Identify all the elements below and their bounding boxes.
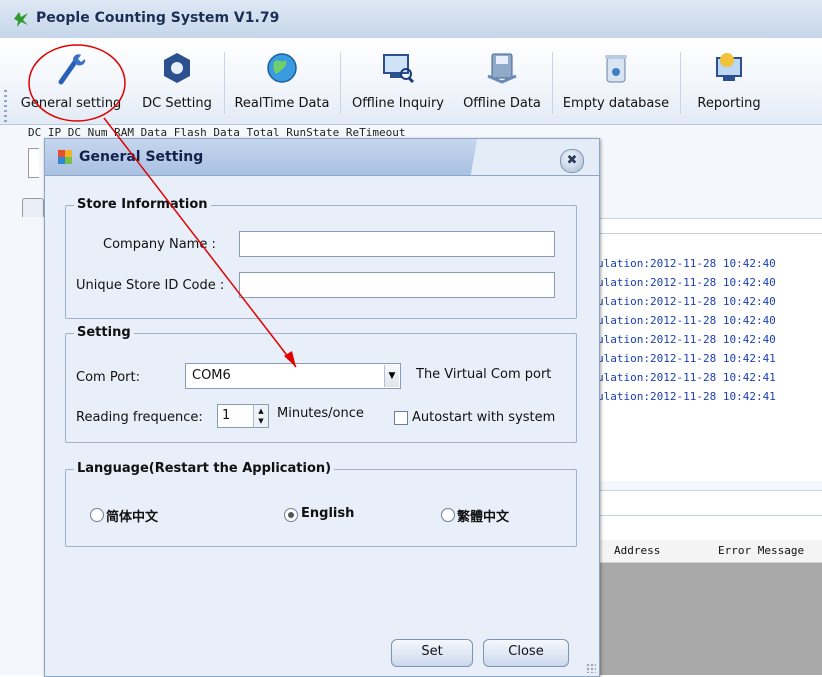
wrench-icon [58,54,86,85]
language-group: Language(Restart the Application) 简体中文 E… [65,461,577,547]
toolbar-empty-database-button[interactable]: Empty database [556,46,676,120]
language-radio-simplified-chinese[interactable] [90,508,104,522]
store-id-label: Unique Store ID Code : [76,278,225,293]
com-port-label: Com Port: [76,370,140,385]
hex-nut-icon [164,53,190,83]
dialog-title: General Setting [79,149,204,165]
store-id-input[interactable] [239,272,555,298]
language-label-english[interactable]: English [301,506,354,521]
dialog-close-icon[interactable]: ✖ [560,149,584,173]
toolbar-separator [340,52,341,114]
com-port-value: COM6 [192,368,231,383]
setting-group: Setting Com Port: COM6 ▼ The Virtual Com… [65,325,577,443]
error-message-column-header[interactable]: Error Message [718,544,804,557]
log-panel: ulation:2012-11-28 10:42:40 ulation:2012… [593,218,822,481]
language-radio-traditional-chinese[interactable] [441,508,455,522]
secondary-panel-divider [593,515,822,516]
log-line: ulation:2012-11-28 10:42:40 [597,333,776,346]
autostart-label: Autostart with system [412,410,556,425]
trash-icon [605,55,627,83]
reading-frequence-stepper[interactable]: 1 ▲ ▼ [217,404,269,428]
toolbar-separator [552,52,553,114]
store-information-group: Store Information Company Name : Unique … [65,197,577,319]
set-button[interactable]: Set [391,639,473,667]
log-line: ulation:2012-11-28 10:42:40 [597,276,776,289]
toolbar-separator [680,52,681,114]
error-table-body [600,563,822,675]
company-name-input[interactable] [239,231,555,257]
com-port-hint: The Virtual Com port [416,367,552,382]
reading-frequence-label: Reading frequence: [76,410,203,425]
log-line: ulation:2012-11-28 10:42:40 [597,295,776,308]
log-line: ulation:2012-11-28 10:42:41 [597,371,776,384]
language-label-simplified-chinese[interactable]: 简体中文 [106,506,158,525]
toolbar-dc-setting-button[interactable]: DC Setting [134,46,220,120]
dialog-app-icon [58,150,72,164]
reading-frequence-value: 1 [222,408,231,423]
report-icon [716,53,742,81]
content-tab[interactable] [22,198,44,217]
close-button[interactable]: Close [483,639,569,667]
stepper-up-icon[interactable]: ▲ [256,406,266,416]
com-port-select[interactable]: COM6 ▼ [185,363,401,389]
general-setting-dialog: General Setting ✖ Store Information Comp… [44,138,600,677]
toolbar-separator [224,52,225,114]
main-toolbar: General setting DC Setting RealTime Data… [0,38,822,150]
log-line: ulation:2012-11-28 10:42:40 [597,314,776,327]
address-column-header[interactable]: Address [614,544,660,557]
app-titlebar: People Counting System V1.79 [0,0,822,39]
log-line: ulation:2012-11-28 10:42:41 [597,390,776,403]
app-logo-icon [14,12,28,27]
chevron-down-icon[interactable]: ▼ [384,365,399,387]
log-line: ulation:2012-11-28 10:42:41 [597,352,776,365]
toolbar-reporting-button[interactable]: Reporting [684,46,774,120]
company-name-label: Company Name : [103,237,216,252]
app-title: People Counting System V1.79 [36,10,280,26]
setting-legend: Setting [74,325,134,340]
language-legend: Language(Restart the Application) [74,461,335,476]
toolbar-offline-inquiry-button[interactable]: Offline Inquiry [344,46,452,120]
resize-grip[interactable] [586,663,596,673]
dc-table-frame [28,148,39,178]
secondary-panel [593,490,822,541]
toolbar-offline-data-button[interactable]: Offline Data [456,46,548,120]
stepper-buttons: ▲ ▼ [253,405,268,427]
language-label-traditional-chinese[interactable]: 繁體中文 [457,506,509,525]
error-table-header: Address Error Message [600,540,822,563]
disk-icon [487,53,517,84]
toolbar-general-setting-button[interactable]: General setting [12,46,130,120]
dialog-titlebar[interactable]: General Setting ✖ [45,139,599,176]
store-information-legend: Store Information [74,197,211,212]
monitor-search-icon [383,54,415,84]
toolbar-realtime-data-button[interactable]: RealTime Data [228,46,336,120]
stepper-down-icon[interactable]: ▼ [256,416,266,426]
reading-unit-label: Minutes/once [277,406,364,421]
globe-icon [267,53,297,83]
log-line: ulation:2012-11-28 10:42:40 [597,257,776,270]
autostart-checkbox[interactable] [394,411,408,425]
language-radio-english[interactable] [284,508,298,522]
log-panel-divider [593,233,822,234]
